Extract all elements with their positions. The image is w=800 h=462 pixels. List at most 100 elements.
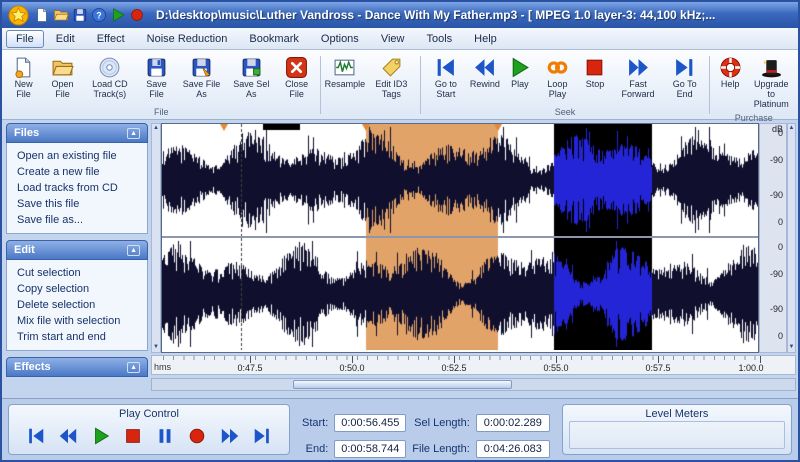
rewind-button[interactable]: Rewind (467, 52, 502, 92)
help-button[interactable]: Help (713, 52, 748, 92)
stop-button[interactable] (120, 424, 146, 448)
rewind-button[interactable] (55, 424, 81, 448)
go-to-end-button[interactable]: Go To End (664, 52, 706, 102)
waveform-channel-left[interactable] (162, 124, 758, 238)
sidebar-item-save-this-file[interactable]: Save this file (7, 196, 147, 212)
loop-icon (546, 56, 569, 79)
sidebar-panel-files: Files ▲ Open an existing file Create a new … (6, 123, 148, 234)
right-vertical-scrollbar[interactable]: ▲ ▼ (787, 123, 796, 353)
toolbar-button-label: Go to Start (434, 79, 457, 99)
stop-button[interactable]: Stop (577, 52, 612, 92)
sidebar-item-create-a-new-file[interactable]: Create a new file (7, 164, 147, 180)
waveform-channel-right[interactable] (162, 238, 758, 350)
resample-button[interactable]: Resample (324, 52, 365, 92)
close-file-button[interactable]: Close File (276, 52, 318, 102)
timeline-tick-label: 0:57.5 (645, 363, 671, 373)
sidebar-panel-header-edit[interactable]: Edit ▲ (6, 240, 148, 260)
menu-item-help[interactable]: Help (464, 30, 507, 48)
menu-item-options[interactable]: Options (311, 30, 369, 48)
menu-item-bookmark[interactable]: Bookmark (239, 30, 309, 48)
toolbar-button-label: Close File (285, 79, 309, 99)
db-scale-label: -90 (769, 304, 783, 314)
upgrade-to-platinum-button[interactable]: Upgrade to Platinum (748, 52, 795, 112)
menu-item-view[interactable]: View (371, 30, 415, 48)
menu-bar: File Edit Effect Noise Reduction Bookmark Opt… (2, 28, 798, 50)
save-file-button[interactable]: Save File (137, 52, 176, 102)
sidebar-item-trim-start-and-end[interactable]: Trim start and end (7, 329, 147, 345)
scroll-up-icon[interactable]: ▲ (789, 125, 795, 132)
lifebuoy-icon (719, 56, 742, 79)
play-button[interactable] (88, 424, 114, 448)
bottom-bar: Play Control Start: 0:00:56.455 Sel Length… (2, 398, 798, 460)
toolbar-group-purchase: Help Upgrade to Platinum Purchase (713, 52, 795, 123)
sidebar-item-save-file-as[interactable]: Save file as... (7, 212, 147, 228)
sidebar-panel-header-files[interactable]: Files ▲ (6, 123, 148, 143)
sidebar-item-load-tracks-from-cd[interactable]: Load tracks from CD (7, 180, 147, 196)
scroll-down-icon[interactable]: ▼ (789, 344, 795, 351)
timeline-tick-label: 0:55.0 (543, 363, 569, 373)
timeline-ticks: 0:47.5 0:50.0 0:52.5 0:55.0 0:57.5 1:00.0 (163, 356, 764, 374)
field-value-sel-length: 0:00:02.289 (475, 414, 550, 432)
go-to-start-button[interactable] (23, 424, 49, 448)
pause-icon (155, 426, 175, 446)
edit-id3-tags-button[interactable]: Edit ID3 Tags (365, 52, 417, 102)
loop-play-button[interactable]: Loop Play (537, 52, 577, 102)
collapse-chevron-icon[interactable]: ▲ (127, 127, 140, 139)
pause-button[interactable] (152, 424, 178, 448)
timeline-ruler[interactable]: hms 0:47.5 0:50.0 0:52.5 0:55.0 0:57.5 1:00.0 (151, 355, 796, 375)
sidebar-item-mix-file-with-selection[interactable]: Mix file with selection (7, 313, 147, 329)
toolbar-button-label: Stop (585, 79, 605, 89)
sidebar-panel-edit: Edit ▲ Cut selection Copy selection Delete s… (6, 240, 148, 351)
rewind-icon (473, 56, 496, 79)
menu-item-edit[interactable]: Edit (46, 30, 85, 48)
sidebar-item-delete-selection[interactable]: Delete selection (7, 297, 147, 313)
field-label-sel-length: Sel Length: (414, 417, 470, 429)
horizontal-scrollbar-thumb[interactable] (293, 380, 513, 389)
fast-forward-button[interactable]: Fast Forward (612, 52, 663, 102)
menu-item-file[interactable]: File (6, 29, 44, 48)
play-control-panel: Play Control (8, 404, 290, 455)
sidebar-panel-header-effects[interactable]: Effects ▲ (6, 357, 148, 377)
skip-end-icon (252, 426, 272, 446)
sidebar-item-cut-selection[interactable]: Cut selection (7, 265, 147, 281)
save-file-as-button[interactable]: Save File As (176, 52, 227, 102)
play-button[interactable]: Play (502, 52, 537, 92)
toolbar-button-label: Fast Forward (621, 79, 655, 99)
menu-item-tools[interactable]: Tools (416, 30, 462, 48)
toolbar-group-seek: Go to Start Rewind Play Loop Play Stop Fast F… (424, 52, 705, 119)
toolbar-button-label: Rewind (469, 79, 500, 89)
sidebar-item-copy-selection[interactable]: Copy selection (7, 281, 147, 297)
stop-icon (583, 56, 606, 79)
go-to-end-button[interactable] (249, 424, 275, 448)
horizontal-scrollbar[interactable] (151, 378, 796, 391)
sidebar: Files ▲ Open an existing file Create a new … (6, 123, 148, 396)
fast-forward-button[interactable] (217, 424, 243, 448)
db-scale-label: 0 (777, 217, 783, 227)
svg-text:?: ? (96, 10, 101, 20)
db-scale-label: 0 (777, 128, 783, 138)
ff-icon (220, 426, 240, 446)
collapse-chevron-icon[interactable]: ▲ (127, 244, 140, 256)
record-button[interactable] (184, 424, 210, 448)
collapse-chevron-icon[interactable]: ▲ (127, 361, 140, 373)
menu-item-effect[interactable]: Effect (87, 30, 135, 48)
level-meters-title: Level Meters (645, 408, 709, 420)
timeline-major-tick (658, 356, 659, 363)
db-scale-label: 0 (777, 331, 783, 341)
menu-item-noise-reduction[interactable]: Noise Reduction (137, 30, 238, 48)
scroll-up-icon[interactable]: ▲ (153, 125, 159, 132)
db-scale-label: -90 (769, 190, 783, 200)
scroll-down-icon[interactable]: ▼ (153, 344, 159, 351)
save-sel-as-button[interactable]: Save Sel As (227, 52, 276, 102)
left-vertical-scrollbar[interactable]: ▲ ▼ (151, 123, 161, 353)
play-icon (110, 7, 126, 23)
toolbar-button-label: Resample (324, 79, 366, 89)
title-bar[interactable]: ? D:\desktop\music\Luther Vandross - Dan… (2, 2, 798, 28)
level-meters-display (568, 421, 785, 449)
go-to-start-button[interactable]: Go to Start (424, 52, 467, 102)
new-file-button[interactable]: New File (5, 52, 42, 102)
sidebar-item-open-an-existing-file[interactable]: Open an existing file (7, 148, 147, 164)
rewind-icon (58, 426, 78, 446)
load-cd-tracks-button[interactable]: Load CD Track(s) (83, 52, 137, 102)
open-file-button[interactable]: Open File (42, 52, 83, 102)
